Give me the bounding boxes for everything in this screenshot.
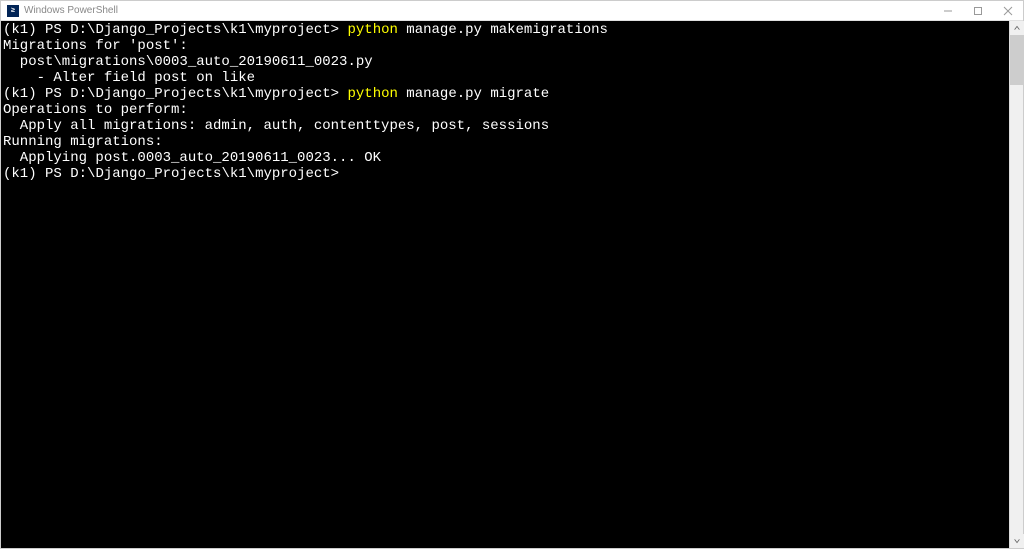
prompt-env: (k1) [3, 86, 45, 102]
minimize-button[interactable] [933, 1, 963, 21]
command-args: manage.py makemigrations [398, 22, 608, 38]
terminal-line: Applying post.0003_auto_20190611_0023...… [3, 150, 1007, 166]
prompt-ps: PS [45, 22, 70, 38]
terminal-line: Operations to perform: [3, 102, 1007, 118]
window-controls [933, 1, 1023, 21]
terminal-line: Running migrations: [3, 134, 1007, 150]
terminal-line: Apply all migrations: admin, auth, conte… [3, 118, 1007, 134]
scroll-up-button[interactable] [1010, 21, 1024, 35]
scrollbar[interactable] [1009, 21, 1023, 548]
prompt-path: D:\Django_Projects\k1\myproject> [70, 166, 339, 182]
scroll-down-button[interactable] [1010, 534, 1024, 548]
titlebar[interactable]: ≥ Windows PowerShell [1, 1, 1023, 21]
terminal-output-text: Running migrations: [3, 134, 163, 150]
close-button[interactable] [993, 1, 1023, 21]
terminal[interactable]: (k1) PS D:\Django_Projects\k1\myproject>… [1, 21, 1009, 548]
prompt-ps: PS [45, 86, 70, 102]
prompt-env: (k1) [3, 166, 45, 182]
terminal-line: (k1) PS D:\Django_Projects\k1\myproject>… [3, 86, 1007, 102]
terminal-output-text: post\migrations\0003_auto_20190611_0023.… [3, 54, 373, 70]
terminal-line: Migrations for 'post': [3, 38, 1007, 54]
terminal-line: (k1) PS D:\Django_Projects\k1\myproject>… [3, 22, 1007, 38]
terminal-line: post\migrations\0003_auto_20190611_0023.… [3, 54, 1007, 70]
prompt-env: (k1) [3, 22, 45, 38]
scrollbar-thumb[interactable] [1010, 35, 1024, 85]
terminal-line: - Alter field post on like [3, 70, 1007, 86]
command-python: python [347, 86, 397, 102]
window-title: Windows PowerShell [24, 5, 118, 16]
terminal-output-text: Applying post.0003_auto_20190611_0023...… [3, 150, 381, 166]
terminal-output-text: - Alter field post on like [3, 70, 255, 86]
command-args: manage.py migrate [398, 86, 549, 102]
prompt-path: D:\Django_Projects\k1\myproject> [70, 86, 347, 102]
maximize-button[interactable] [963, 1, 993, 21]
terminal-output-text: Migrations for 'post': [3, 38, 188, 54]
terminal-output-text: Operations to perform: [3, 102, 188, 118]
terminal-wrapper: (k1) PS D:\Django_Projects\k1\myproject>… [1, 21, 1023, 548]
prompt-ps: PS [45, 166, 70, 182]
terminal-line: (k1) PS D:\Django_Projects\k1\myproject> [3, 166, 1007, 182]
powershell-window: ≥ Windows PowerShell (k1) PS D:\Django_P… [0, 0, 1024, 549]
scrollbar-track[interactable] [1010, 35, 1023, 534]
terminal-output-text: Apply all migrations: admin, auth, conte… [3, 118, 549, 134]
command-python: python [347, 22, 397, 38]
powershell-icon: ≥ [7, 5, 19, 17]
prompt-path: D:\Django_Projects\k1\myproject> [70, 22, 347, 38]
